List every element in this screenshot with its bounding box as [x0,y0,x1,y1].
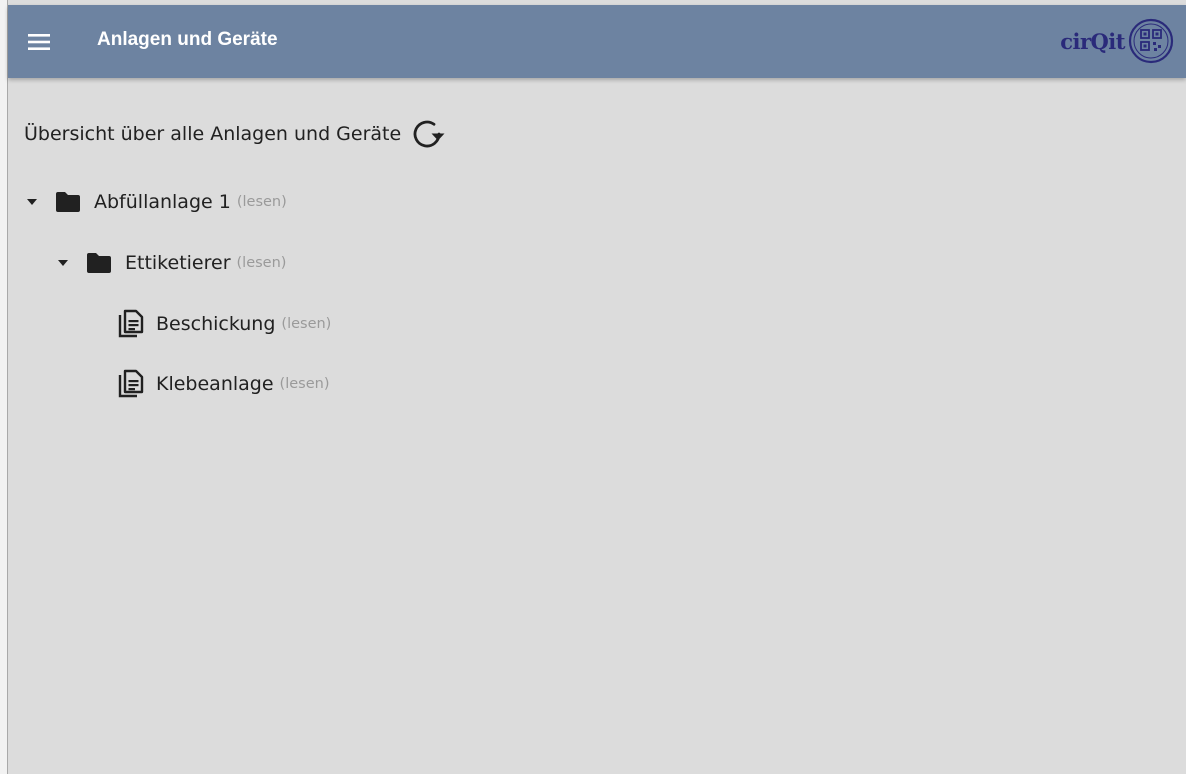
tree-node-beschickung: Beschickung (lesen) [117,304,331,344]
page-title: Anlagen und Geräte [97,29,278,50]
refresh-icon [413,120,445,148]
overview-header: Übersicht über alle Anlagen und Geräte [24,116,447,152]
folder-icon [86,252,112,274]
folder-icon [55,191,81,213]
permission-label: (lesen) [236,194,287,210]
permission-label: (lesen) [281,316,332,332]
app-window: Anlagen und Geräte cirQit Übersicht über… [0,0,1186,774]
expand-toggle[interactable] [51,251,75,275]
permission-label: (lesen) [279,376,330,392]
brand-logo: cirQit [1060,13,1174,69]
caret-down-icon [58,260,68,266]
logo-qr-icon [1128,18,1174,64]
logo-text: cirQit [1060,28,1125,54]
tree-node-label[interactable]: Beschickung [156,313,275,335]
tree-node-abfuellanlage: Abfüllanlage 1 (lesen) [20,182,287,222]
menu-icon [28,34,50,50]
tree-node-label[interactable]: Abfüllanlage 1 [94,191,231,213]
document-copy-icon [117,309,145,339]
caret-down-icon [27,199,37,205]
expand-toggle[interactable] [20,190,44,214]
tree-node-label[interactable]: Ettiketierer [125,252,231,274]
tree-node-label[interactable]: Klebeanlage [156,373,274,395]
tree-node-ettiketierer: Ettiketierer (lesen) [51,243,286,283]
app-bar: Anlagen und Geräte cirQit [8,5,1186,78]
permission-label: (lesen) [236,255,287,271]
main-content: Übersicht über alle Anlagen und Geräte A… [8,78,1186,774]
left-border [0,0,8,774]
overview-heading: Übersicht über alle Anlagen und Geräte [24,123,402,145]
tree-node-klebeanlage: Klebeanlage (lesen) [117,364,329,404]
document-copy-icon [117,369,145,399]
menu-button[interactable] [26,29,52,55]
refresh-button[interactable] [411,116,447,152]
